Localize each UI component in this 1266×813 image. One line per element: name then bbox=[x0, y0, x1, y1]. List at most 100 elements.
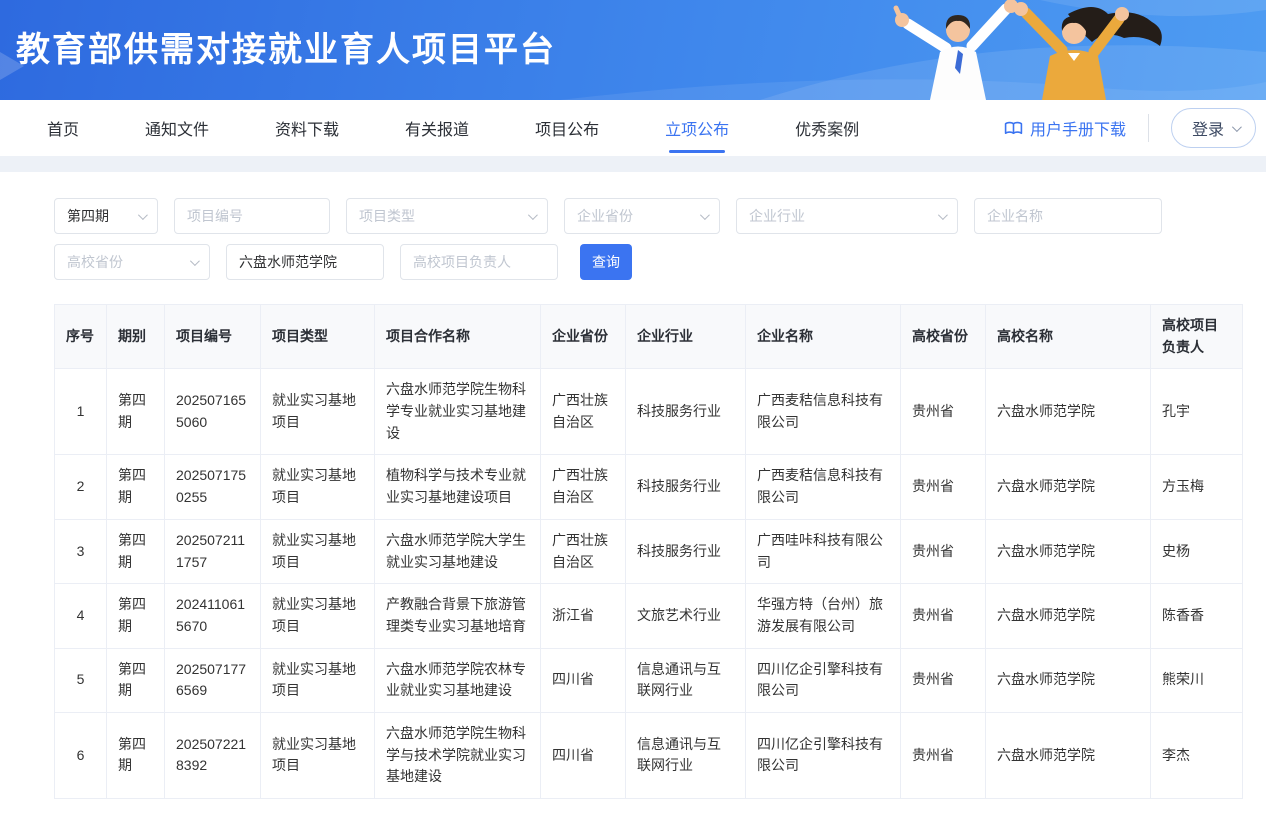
table-row: 4第四期2024110615670就业实习基地项目产教融合背景下旅游管理类专业实… bbox=[55, 584, 1243, 648]
table-cell: 六盘水师范学院 bbox=[986, 712, 1151, 798]
app-header: 教育部供需对接就业育人项目平台 bbox=[0, 0, 1266, 100]
table-cell: 贵州省 bbox=[901, 712, 986, 798]
header-illustration-people bbox=[854, 0, 1194, 100]
column-header-11: 高校项目负责人 bbox=[1151, 305, 1243, 369]
table-cell: 六盘水师范学院 bbox=[986, 648, 1151, 712]
column-header-5: 项目合作名称 bbox=[375, 305, 541, 369]
school-province-placeholder: 高校省份 bbox=[67, 252, 123, 272]
nav-item-3[interactable]: 资料下载 bbox=[275, 100, 339, 156]
nav-item-1[interactable]: 首页 bbox=[47, 100, 79, 156]
table-cell: 六盘水师范学院 bbox=[986, 455, 1151, 519]
user-manual-download-link[interactable]: 用户手册下载 bbox=[1004, 116, 1126, 140]
table-cell: 第四期 bbox=[107, 519, 165, 583]
page-title: 教育部供需对接就业育人项目平台 bbox=[16, 22, 556, 71]
table-cell: 2024110615670 bbox=[165, 584, 261, 648]
user-manual-label: 用户手册下载 bbox=[1030, 116, 1126, 140]
table-cell: 2025071750255 bbox=[165, 455, 261, 519]
company-name-input[interactable] bbox=[974, 198, 1162, 234]
column-header-10: 高校名称 bbox=[986, 305, 1151, 369]
nav-item-2[interactable]: 通知文件 bbox=[145, 100, 209, 156]
projects-table: 序号期别项目编号项目类型项目合作名称企业省份企业行业企业名称高校省份高校名称高校… bbox=[54, 304, 1243, 799]
project-number-input[interactable] bbox=[174, 198, 330, 234]
table-cell: 4 bbox=[55, 584, 107, 648]
table-cell: 四川省 bbox=[541, 712, 626, 798]
table-cell: 就业实习基地项目 bbox=[261, 648, 375, 712]
chevron-down-icon bbox=[938, 210, 948, 220]
chevron-down-icon bbox=[528, 210, 538, 220]
table-row: 2第四期2025071750255就业实习基地项目植物科学与技术专业就业实习基地… bbox=[55, 455, 1243, 519]
table-cell: 第四期 bbox=[107, 369, 165, 455]
table-row: 3第四期2025072111757就业实习基地项目六盘水师范学院大学生就业实习基… bbox=[55, 519, 1243, 583]
nav-item-4[interactable]: 有关报道 bbox=[405, 100, 469, 156]
login-button[interactable]: 登录 bbox=[1171, 108, 1256, 148]
table-cell: 3 bbox=[55, 519, 107, 583]
table-cell: 2025071655060 bbox=[165, 369, 261, 455]
project-type-placeholder: 项目类型 bbox=[359, 206, 415, 226]
table-cell: 5 bbox=[55, 648, 107, 712]
company-industry-select[interactable]: 企业行业 bbox=[736, 198, 958, 234]
column-header-7: 企业行业 bbox=[626, 305, 746, 369]
company-industry-placeholder: 企业行业 bbox=[749, 206, 805, 226]
nav-item-6[interactable]: 立项公布 bbox=[665, 100, 729, 156]
table-cell: 1 bbox=[55, 369, 107, 455]
chevron-down-icon bbox=[138, 210, 148, 220]
content-area: 第四期 项目类型 企业省份 企业行业 高校省份 查询 bbox=[0, 172, 1266, 799]
table-cell: 四川省 bbox=[541, 648, 626, 712]
table-cell: 就业实习基地项目 bbox=[261, 519, 375, 583]
table-cell: 广西哇咔科技有限公司 bbox=[746, 519, 901, 583]
table-cell: 浙江省 bbox=[541, 584, 626, 648]
nav-item-5[interactable]: 项目公布 bbox=[535, 100, 599, 156]
school-name-input[interactable] bbox=[226, 244, 384, 280]
table-cell: 科技服务行业 bbox=[626, 455, 746, 519]
nav-item-7[interactable]: 优秀案例 bbox=[795, 100, 859, 156]
column-header-6: 企业省份 bbox=[541, 305, 626, 369]
table-cell: 六盘水师范学院生物科学专业就业实习基地建设 bbox=[375, 369, 541, 455]
table-cell: 贵州省 bbox=[901, 584, 986, 648]
table-cell: 六盘水师范学院 bbox=[986, 369, 1151, 455]
nav-items: 首页 通知文件 资料下载 有关报道 项目公布 立项公布 优秀案例 bbox=[47, 100, 859, 156]
table-cell: 广西麦秸信息科技有限公司 bbox=[746, 369, 901, 455]
table-cell: 产教融合背景下旅游管理类专业实习基地培育 bbox=[375, 584, 541, 648]
period-select[interactable]: 第四期 bbox=[54, 198, 158, 234]
table-cell: 就业实习基地项目 bbox=[261, 369, 375, 455]
table-cell: 史杨 bbox=[1151, 519, 1243, 583]
table-cell: 第四期 bbox=[107, 648, 165, 712]
project-type-select[interactable]: 项目类型 bbox=[346, 198, 548, 234]
table-cell: 科技服务行业 bbox=[626, 369, 746, 455]
login-label: 登录 bbox=[1192, 116, 1224, 140]
table-cell: 贵州省 bbox=[901, 519, 986, 583]
table-cell: 华强方特（台州）旅游发展有限公司 bbox=[746, 584, 901, 648]
company-province-placeholder: 企业省份 bbox=[577, 206, 633, 226]
table-cell: 四川亿企引擎科技有限公司 bbox=[746, 712, 901, 798]
column-header-1: 序号 bbox=[55, 305, 107, 369]
column-header-9: 高校省份 bbox=[901, 305, 986, 369]
school-province-select[interactable]: 高校省份 bbox=[54, 244, 210, 280]
column-header-8: 企业名称 bbox=[746, 305, 901, 369]
table-cell: 李杰 bbox=[1151, 712, 1243, 798]
nav-right: 用户手册下载 登录 bbox=[1004, 108, 1256, 148]
company-province-select[interactable]: 企业省份 bbox=[564, 198, 720, 234]
column-header-2: 期别 bbox=[107, 305, 165, 369]
table-cell: 熊荣川 bbox=[1151, 648, 1243, 712]
table-cell: 2 bbox=[55, 455, 107, 519]
projects-table-wrap: 序号期别项目编号项目类型项目合作名称企业省份企业行业企业名称高校省份高校名称高校… bbox=[54, 304, 1242, 799]
table-cell: 孔宇 bbox=[1151, 369, 1243, 455]
column-header-3: 项目编号 bbox=[165, 305, 261, 369]
table-cell: 广西壮族自治区 bbox=[541, 369, 626, 455]
table-cell: 方玉梅 bbox=[1151, 455, 1243, 519]
book-icon bbox=[1004, 120, 1023, 137]
school-leader-input[interactable] bbox=[400, 244, 558, 280]
table-row: 6第四期2025072218392就业实习基地项目六盘水师范学院生物科学与技术学… bbox=[55, 712, 1243, 798]
table-cell: 第四期 bbox=[107, 712, 165, 798]
table-cell: 第四期 bbox=[107, 455, 165, 519]
search-button[interactable]: 查询 bbox=[580, 244, 632, 280]
period-select-value: 第四期 bbox=[67, 206, 109, 226]
table-cell: 广西壮族自治区 bbox=[541, 519, 626, 583]
column-header-4: 项目类型 bbox=[261, 305, 375, 369]
table-cell: 2025072218392 bbox=[165, 712, 261, 798]
section-divider-strip bbox=[0, 156, 1266, 172]
chevron-down-icon bbox=[700, 210, 710, 220]
table-cell: 贵州省 bbox=[901, 648, 986, 712]
filter-row-1: 第四期 项目类型 企业省份 企业行业 bbox=[54, 198, 1242, 234]
filter-row-2: 高校省份 查询 bbox=[54, 244, 1242, 280]
